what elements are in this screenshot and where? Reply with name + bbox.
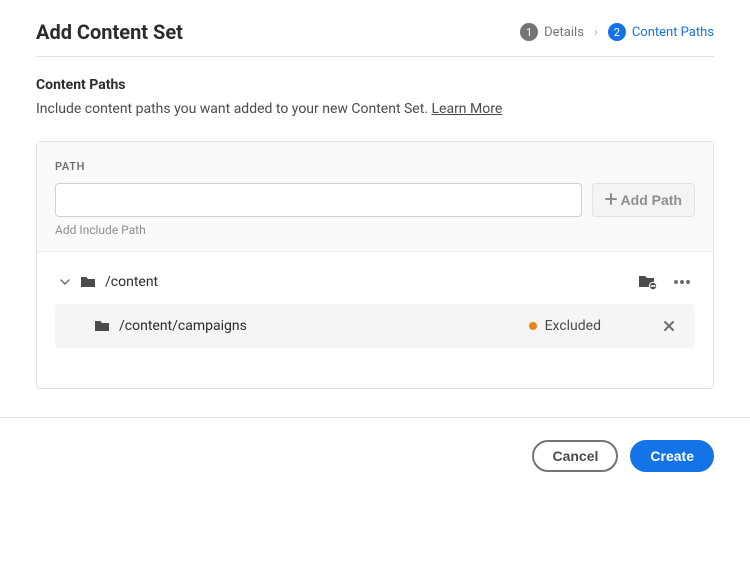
paths-panel: PATH Add Path Add Include Path [36,141,714,389]
section-title: Content Paths [36,77,714,93]
tree-child-label: /content/campaigns [119,318,247,334]
plus-icon [605,192,617,208]
status-dot-icon [529,322,537,330]
more-icon[interactable] [673,279,691,285]
page-title: Add Content Set [36,20,183,44]
section-header: Content Paths Include content paths you … [36,77,714,117]
close-icon[interactable] [661,320,677,332]
tree-root-label: /content [105,274,639,290]
status-badge: Excluded [529,318,601,334]
step-label-2: Content Paths [632,25,714,40]
wizard-stepper: 1 Details › 2 Content Paths [520,23,714,41]
folder-icon [95,320,109,332]
wizard-footer: Cancel Create [0,418,750,494]
step-content-paths[interactable]: 2 Content Paths [608,23,714,41]
chevron-right-icon: › [594,25,598,40]
section-desc-text: Include content paths you want added to … [36,101,431,117]
path-helper-text: Add Include Path [55,223,695,237]
tree-row-root[interactable]: /content [55,264,695,300]
add-path-button[interactable]: Add Path [592,183,695,217]
section-description: Include content paths you want added to … [36,101,714,117]
path-tree: /content /content/campaigns [37,252,713,388]
status-text: Excluded [545,318,601,334]
step-details[interactable]: 1 Details [520,23,584,41]
include-path-input[interactable] [55,183,582,217]
step-number-2: 2 [608,23,626,41]
folder-icon [81,276,95,288]
exclude-subpath-icon[interactable] [639,274,657,290]
step-label-1: Details [544,25,584,40]
cancel-button[interactable]: Cancel [532,440,618,472]
learn-more-link[interactable]: Learn More [431,101,502,117]
create-button[interactable]: Create [630,440,714,472]
path-input-section: PATH Add Path Add Include Path [37,142,713,252]
add-path-label: Add Path [621,192,682,208]
chevron-down-icon[interactable] [59,277,71,287]
tree-row-child[interactable]: /content/campaigns Excluded [55,304,695,348]
wizard-header: Add Content Set 1 Details › 2 Content Pa… [36,20,714,57]
path-heading: PATH [55,160,695,173]
step-number-1: 1 [520,23,538,41]
